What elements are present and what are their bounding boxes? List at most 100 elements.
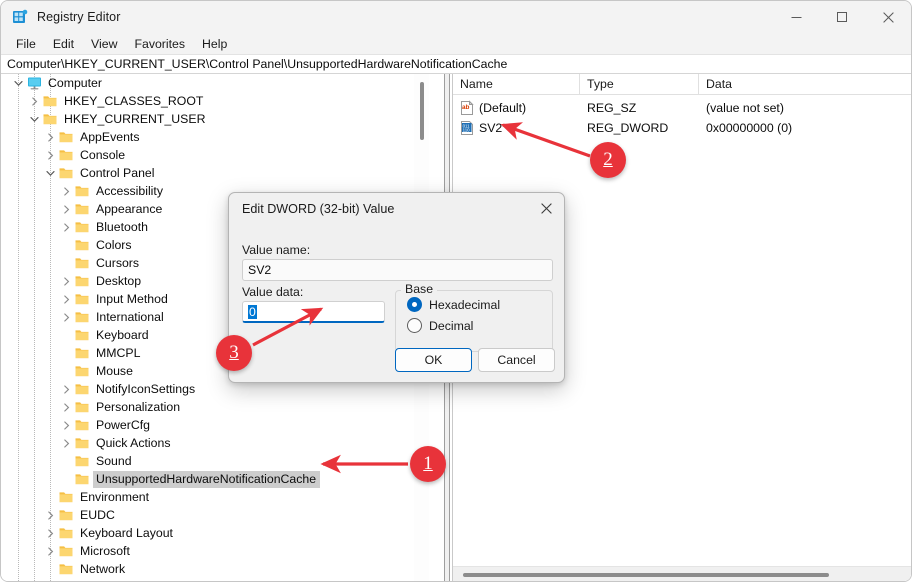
value-type-cell: REG_SZ <box>587 100 637 115</box>
folder-icon <box>74 309 91 325</box>
tree-item-label: Accessibility <box>96 183 163 198</box>
chevron-right-icon[interactable] <box>42 147 58 163</box>
dialog-title: Edit DWORD (32-bit) Value <box>242 202 395 216</box>
maximize-button[interactable] <box>819 1 865 33</box>
tree-item[interactable]: AppEvents <box>2 128 429 146</box>
tree-item-label: Personalization <box>96 399 181 414</box>
chevron-right-icon[interactable] <box>58 435 74 451</box>
chevron-right-icon[interactable] <box>58 201 74 217</box>
tree-item[interactable]: HKEY_CLASSES_ROOT <box>2 92 429 110</box>
close-button[interactable] <box>865 1 911 33</box>
tree-item[interactable]: Sound <box>2 452 429 470</box>
minimize-button[interactable] <box>773 1 819 33</box>
ok-button[interactable]: OK <box>395 348 472 372</box>
table-row[interactable]: ab (Default) REG_SZ (value not set) <box>453 98 911 117</box>
svg-text:110: 110 <box>463 127 471 132</box>
tree-item-label: Microsoft <box>80 543 130 558</box>
folder-icon <box>74 417 91 433</box>
folder-icon <box>74 183 91 199</box>
tree-item[interactable]: EUDC <box>2 506 429 524</box>
tree-item-label: Keyboard Layout <box>80 525 173 540</box>
menu-file[interactable]: File <box>8 35 45 53</box>
tree-item[interactable]: Control Panel <box>2 164 429 182</box>
tree-item[interactable]: HKEY_CURRENT_USER <box>2 110 429 128</box>
value-name-cell: 011 110 SV2 <box>453 120 580 136</box>
chevron-right-icon[interactable] <box>58 309 74 325</box>
values-horizontal-scrollbar[interactable] <box>453 566 911 581</box>
radio-decimal[interactable]: Decimal <box>407 318 473 333</box>
dialog-close-icon[interactable] <box>531 195 561 221</box>
radio-hexadecimal[interactable]: Hexadecimal <box>407 297 500 312</box>
binary-value-icon: 011 110 <box>459 120 475 136</box>
tree-item-label: Sound <box>96 453 132 468</box>
string-value-icon: ab <box>459 99 475 116</box>
chevron-down-icon[interactable] <box>42 165 58 181</box>
tree-item-label: International <box>96 309 164 324</box>
chevron-right-icon[interactable] <box>58 291 74 307</box>
tree-item[interactable]: Microsoft <box>2 542 429 560</box>
menu-bar: File Edit View Favorites Help <box>1 33 911 54</box>
folder-icon <box>58 129 75 145</box>
chevron-down-icon[interactable] <box>26 111 42 127</box>
column-header-type[interactable]: Type <box>580 74 699 95</box>
tree-item[interactable]: Quick Actions <box>2 434 429 452</box>
address-bar[interactable]: Computer\HKEY_CURRENT_USER\Control Panel… <box>1 54 911 74</box>
tree-item[interactable]: Personalization <box>2 398 429 416</box>
value-type-cell: REG_DWORD <box>587 120 669 135</box>
chevron-right-icon[interactable] <box>42 543 58 559</box>
tree-item[interactable]: Console <box>2 146 429 164</box>
folder-icon <box>42 111 59 127</box>
chevron-right-icon[interactable] <box>58 399 74 415</box>
menu-view[interactable]: View <box>83 35 126 53</box>
menu-favorites[interactable]: Favorites <box>126 35 194 53</box>
tree-item-label: Mouse <box>96 363 133 378</box>
value-name-text: SV2 <box>479 120 503 135</box>
tree-scrollbar-thumb[interactable] <box>420 82 424 140</box>
chevron-right-icon[interactable] <box>58 381 74 397</box>
edit-dword-dialog: Edit DWORD (32-bit) Value Value name: SV… <box>228 192 565 383</box>
tree-item-label: Colors <box>96 237 132 252</box>
table-row[interactable]: 011 110 SV2 REG_DWORD 0x00000000 (0) <box>453 118 911 137</box>
folder-icon <box>74 219 91 235</box>
tree-item-selected[interactable]: UnsupportedHardwareNotificationCache <box>2 470 429 488</box>
tree-item-label: Computer <box>48 75 102 90</box>
tree-item-label: MMCPL <box>96 345 141 360</box>
cancel-button[interactable]: Cancel <box>478 348 555 372</box>
value-name-input[interactable]: SV2 <box>242 259 553 281</box>
base-legend: Base <box>401 282 438 296</box>
tree-item-label: Quick Actions <box>96 435 171 450</box>
radio-hexadecimal-label: Hexadecimal <box>429 297 501 312</box>
tree-item-label: EUDC <box>80 507 115 522</box>
tree-item[interactable]: Network <box>2 560 429 578</box>
tree-item[interactable]: PowerCfg <box>2 416 429 434</box>
chevron-right-icon[interactable] <box>58 183 74 199</box>
chevron-right-icon[interactable] <box>58 273 74 289</box>
chevron-down-icon[interactable] <box>10 75 26 91</box>
column-header-data[interactable]: Data <box>699 74 911 95</box>
menu-help[interactable]: Help <box>194 35 236 53</box>
tree-item[interactable]: Environment <box>2 488 429 506</box>
folder-icon <box>74 201 91 217</box>
tree-item-label: Environment <box>80 489 150 504</box>
folder-icon <box>58 147 75 163</box>
folder-icon <box>74 435 91 451</box>
tree-item-label: Appearance <box>96 201 163 216</box>
chevron-right-icon[interactable] <box>42 525 58 541</box>
value-data-input[interactable]: 0 <box>242 301 385 323</box>
chevron-right-icon[interactable] <box>42 129 58 145</box>
chevron-right-icon[interactable] <box>58 219 74 235</box>
window-controls <box>773 1 911 33</box>
folder-icon <box>74 471 91 487</box>
tree-item[interactable]: Keyboard Layout <box>2 524 429 542</box>
chevron-right-icon[interactable] <box>58 417 74 433</box>
values-scrollbar-thumb[interactable] <box>463 573 829 577</box>
tree-item[interactable]: Computer <box>2 74 429 92</box>
menu-edit[interactable]: Edit <box>45 35 83 53</box>
folder-icon <box>74 363 91 379</box>
chevron-right-icon[interactable] <box>42 507 58 523</box>
chevron-right-icon[interactable] <box>26 93 42 109</box>
column-header-name[interactable]: Name <box>453 74 580 95</box>
